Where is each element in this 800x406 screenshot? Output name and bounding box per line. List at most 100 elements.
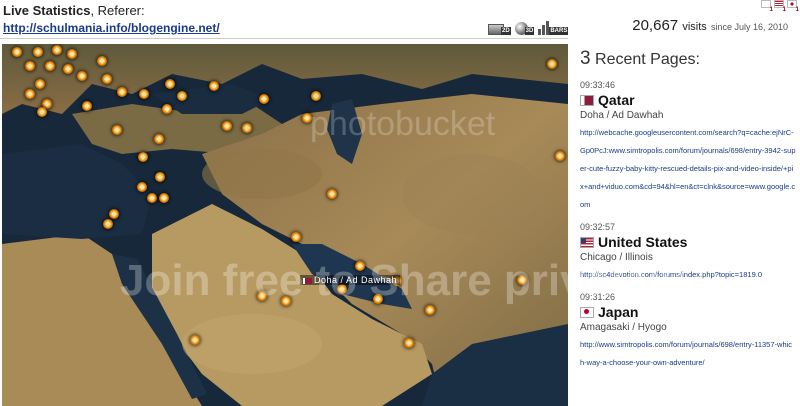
- visitor-marker[interactable]: [112, 125, 122, 135]
- visitor-marker[interactable]: [517, 275, 527, 285]
- visitor-marker[interactable]: [404, 338, 414, 348]
- visit-country: Japan: [580, 303, 796, 321]
- view-3d-button[interactable]: 3D: [514, 17, 535, 35]
- visitor-marker[interactable]: [311, 91, 321, 101]
- recent-pages-panel: 3 Recent Pages: 09:33:46 Qatar Doha / Ad…: [580, 44, 796, 380]
- visitor-marker[interactable]: [222, 121, 232, 131]
- visitor-marker[interactable]: [165, 79, 175, 89]
- visit-city: Amagasaki / Hyogo: [580, 322, 667, 333]
- visitor-marker[interactable]: [190, 335, 200, 345]
- visitor-marker[interactable]: [25, 61, 35, 71]
- satellite-map-image: [2, 44, 568, 406]
- mini-flag-icon[interactable]: 1: [761, 0, 773, 13]
- visitor-marker[interactable]: [177, 91, 187, 101]
- visitor-marker[interactable]: [97, 56, 107, 66]
- us-flag-icon[interactable]: 1: [774, 0, 786, 13]
- visit-country: Qatar: [580, 91, 796, 109]
- visit-city: Chicago / Illinois: [580, 252, 653, 263]
- recent-title-text: Recent Pages:: [595, 51, 700, 68]
- visitor-marker[interactable]: [102, 74, 112, 84]
- visitor-marker[interactable]: [373, 294, 383, 304]
- visitor-marker[interactable]: [139, 89, 149, 99]
- recent-count: 3: [580, 48, 591, 69]
- us-flag-icon: [580, 236, 594, 248]
- page-title: Live Statistics, Referer:: [3, 2, 523, 19]
- view-mode-toolbar: 2D 3D BARS: [488, 15, 569, 35]
- map-location-text: Doha / Ad Dawhah: [314, 275, 398, 285]
- view-2d-label: 2D: [501, 27, 511, 35]
- visitor-marker[interactable]: [117, 87, 127, 97]
- visitor-marker[interactable]: [327, 189, 337, 199]
- visitor-marker[interactable]: [33, 47, 43, 57]
- japan-flag-icon[interactable]: 1: [787, 0, 799, 13]
- visit-time: 09:31:26: [580, 292, 616, 302]
- visitor-marker[interactable]: [137, 182, 147, 192]
- title-rest: , Referer:: [90, 3, 145, 18]
- visit-city: Doha / Ad Dawhah: [580, 110, 664, 121]
- visitor-marker[interactable]: [355, 261, 365, 271]
- view-bars-button[interactable]: BARS: [538, 17, 569, 35]
- visitor-marker[interactable]: [147, 193, 157, 203]
- visitor-marker[interactable]: [12, 47, 22, 57]
- visitor-marker[interactable]: [77, 71, 87, 81]
- visitor-marker[interactable]: [302, 113, 312, 123]
- visit-country-name: United States: [598, 234, 688, 250]
- visitor-marker[interactable]: [45, 61, 55, 71]
- visitor-marker[interactable]: [337, 284, 347, 294]
- map-location-label: Doha / Ad Dawhah: [300, 275, 401, 285]
- visitor-marker[interactable]: [257, 291, 267, 301]
- recent-pages-title: 3 Recent Pages:: [580, 48, 796, 70]
- visitor-marker[interactable]: [159, 193, 169, 203]
- visitor-marker[interactable]: [259, 94, 269, 104]
- visitor-marker[interactable]: [35, 79, 45, 89]
- visitor-marker[interactable]: [52, 45, 62, 55]
- visitor-marker[interactable]: [25, 89, 35, 99]
- visit-country: United States: [580, 233, 796, 251]
- visit-counter: 20,667 visits since July 16, 2010: [632, 17, 788, 34]
- visit-url-link[interactable]: http://sc4devotion.com/forums/index.php?…: [580, 270, 762, 279]
- japan-flag-icon: [580, 306, 594, 318]
- qatar-flag-icon: [580, 94, 594, 106]
- visit-time: 09:32:57: [580, 222, 616, 232]
- visitor-marker[interactable]: [555, 151, 565, 161]
- visit-count: 20,667: [632, 17, 679, 34]
- view-bars-label: BARS: [549, 27, 569, 35]
- recent-visit-item: 09:32:57 United States Chicago / Illinoi…: [580, 222, 796, 282]
- qatar-flag-icon: [303, 277, 312, 284]
- visitor-marker[interactable]: [67, 49, 77, 59]
- visit-url-link[interactable]: http://webcache.googleusercontent.com/se…: [580, 128, 796, 209]
- live-map[interactable]: Doha / Ad Dawhah: [2, 44, 568, 406]
- header: Live Statistics, Referer: http://schulma…: [3, 2, 523, 37]
- view-3d-label: 3D: [524, 27, 535, 35]
- visitor-marker[interactable]: [209, 81, 219, 91]
- visitor-marker[interactable]: [103, 219, 113, 229]
- recent-visit-item: 09:33:46 Qatar Doha / Ad Dawhah http://w…: [580, 80, 796, 212]
- visit-since: since July 16, 2010: [710, 22, 788, 32]
- visitor-marker[interactable]: [162, 104, 172, 114]
- recent-visit-item: 09:31:26 Japan Amagasaki / Hyogo http://…: [580, 292, 796, 370]
- visitor-marker[interactable]: [37, 107, 47, 117]
- visitor-marker[interactable]: [154, 134, 164, 144]
- visitor-marker[interactable]: [109, 209, 119, 219]
- view-2d-button[interactable]: 2D: [488, 17, 511, 35]
- visitor-marker[interactable]: [138, 152, 148, 162]
- referer-link[interactable]: http://schulmania.info/blogengine.net/: [3, 20, 220, 36]
- visit-url-link[interactable]: http://www.simtropolis.com/forum/journal…: [580, 340, 792, 367]
- visit-label: visits: [682, 21, 707, 33]
- visitor-marker[interactable]: [155, 172, 165, 182]
- visit-country-name: Japan: [598, 304, 639, 320]
- visitor-marker[interactable]: [425, 305, 435, 315]
- visitor-marker[interactable]: [242, 123, 252, 133]
- flag-count: 1: [769, 7, 773, 13]
- title-bold: Live Statistics: [3, 3, 91, 18]
- visit-country-name: Qatar: [598, 92, 635, 108]
- header-divider: [0, 38, 568, 39]
- visitor-marker[interactable]: [291, 232, 301, 242]
- flag-count: 1: [782, 7, 786, 13]
- visitor-marker[interactable]: [82, 101, 92, 111]
- visitor-marker[interactable]: [281, 296, 291, 306]
- visitor-marker[interactable]: [547, 59, 557, 69]
- flag-count: 1: [795, 7, 799, 13]
- visit-time: 09:33:46: [580, 80, 616, 90]
- visitor-marker[interactable]: [63, 64, 73, 74]
